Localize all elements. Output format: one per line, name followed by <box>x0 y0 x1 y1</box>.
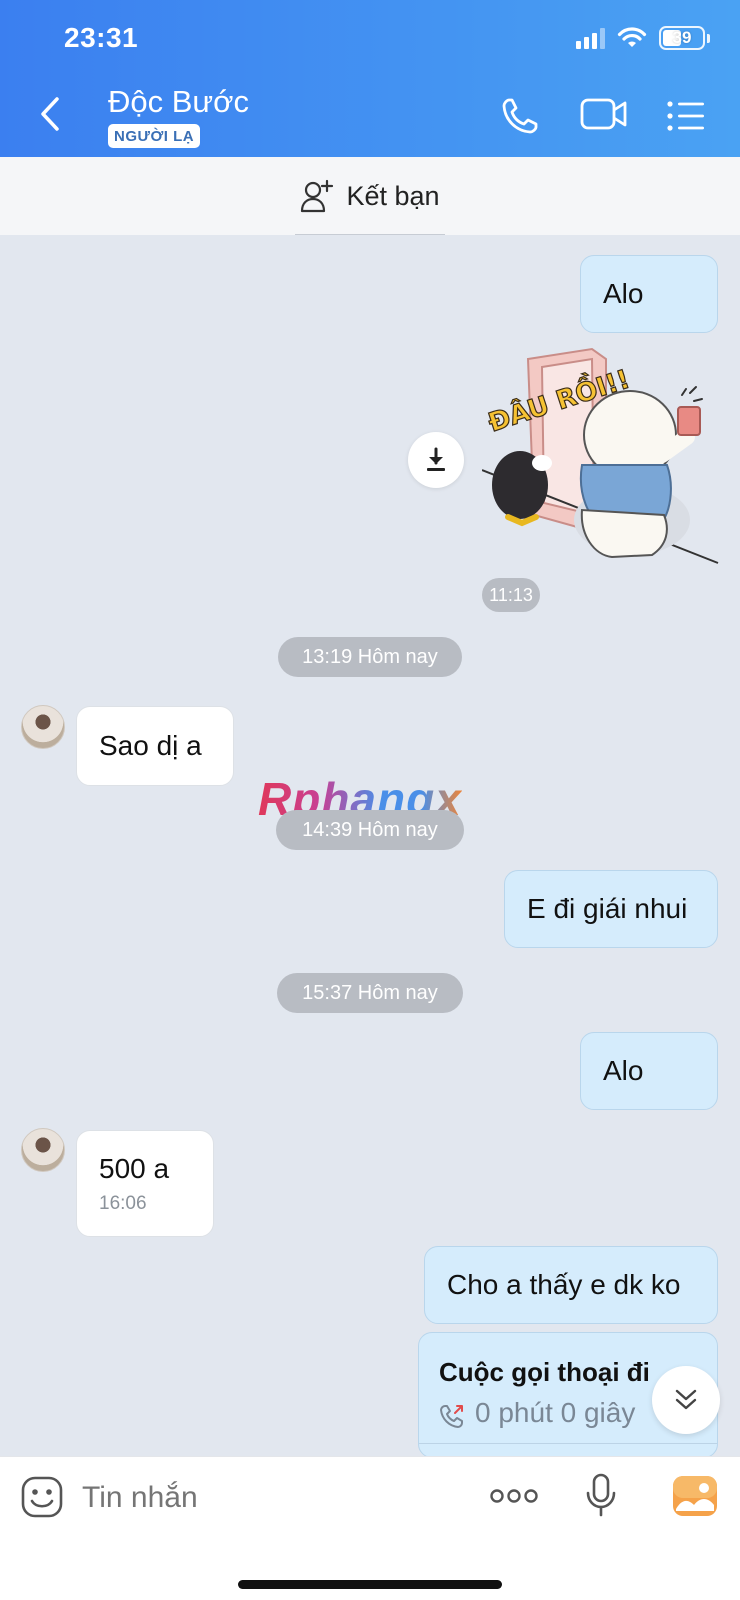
add-person-icon <box>301 179 334 213</box>
double-chevron-down-icon <box>675 1389 697 1410</box>
status-time: 23:31 <box>64 22 139 53</box>
battery-icon: 39 <box>659 26 705 50</box>
more-options-button[interactable] <box>490 1487 538 1505</box>
menu-list-icon <box>667 101 704 131</box>
contact-avatar[interactable] <box>21 705 65 749</box>
chat-options-button[interactable] <box>666 100 706 132</box>
back-button[interactable] <box>30 92 70 136</box>
photo-picker-button[interactable] <box>672 1475 718 1517</box>
voice-message-button[interactable] <box>584 1473 618 1519</box>
video-call-button[interactable] <box>580 96 628 132</box>
divider <box>419 1443 717 1444</box>
scroll-to-bottom-button[interactable] <box>652 1366 720 1434</box>
message-text: Alo <box>603 1055 644 1086</box>
date-separator: 14:39 Hôm nay <box>276 810 464 850</box>
message-input-bar <box>0 1456 740 1600</box>
message-text: Sao dị a <box>99 730 202 761</box>
download-sticker-button[interactable] <box>408 432 464 488</box>
battery-level: 39 <box>672 28 692 47</box>
divider <box>295 234 445 235</box>
message-timestamp: 16:06 <box>99 1192 147 1214</box>
message-input[interactable] <box>82 1471 462 1525</box>
microphone-icon <box>586 1473 616 1517</box>
sticker-face-icon <box>21 1476 63 1518</box>
outgoing-call-icon <box>440 1405 463 1428</box>
message-bubble-outgoing[interactable]: Alo <box>580 1032 718 1110</box>
message-text: 500 a <box>99 1152 170 1184</box>
message-timestamp: 11:13 <box>482 578 540 612</box>
date-separator: 13:19 Hôm nay <box>278 637 462 677</box>
message-text: Cho a thấy e dk ko <box>447 1269 681 1300</box>
message-bubble-outgoing[interactable]: Cho a thấy e dk ko <box>424 1246 718 1324</box>
video-camera-icon <box>580 98 627 130</box>
sticker-image[interactable]: ĐÂU RỒI!! <box>482 345 722 575</box>
home-indicator <box>238 1580 502 1589</box>
chat-header: 23:31 39 Độc Bước NGƯỜI LẠ <box>0 0 740 157</box>
wifi-icon <box>617 27 647 47</box>
signal-icon <box>576 27 605 49</box>
stranger-badge: NGƯỜI LẠ <box>108 124 201 148</box>
message-text: Alo <box>603 278 644 309</box>
call-duration: 0 phút 0 giây <box>475 1397 636 1428</box>
chevron-left-icon <box>41 97 59 131</box>
add-friend-button[interactable]: Kết bạn <box>0 157 740 235</box>
message-bubble-outgoing[interactable]: E đi giái nhui <box>504 870 718 948</box>
date-separator: 15:37 Hôm nay <box>277 973 463 1013</box>
emoji-button[interactable] <box>20 1475 64 1519</box>
more-dots-icon <box>490 1489 538 1503</box>
image-icon <box>673 1476 717 1516</box>
download-icon <box>427 447 445 471</box>
message-text: E đi giái nhui <box>527 893 688 924</box>
message-bubble-incoming[interactable]: 500 a 16:06 <box>76 1130 214 1237</box>
phone-icon <box>502 98 538 134</box>
add-friend-label: Kết bạn <box>346 180 440 211</box>
contact-name[interactable]: Độc Bước <box>108 84 249 120</box>
voice-call-button[interactable] <box>500 96 540 136</box>
status-icons: 39 <box>576 26 710 50</box>
call-title: Cuộc gọi thoại đi <box>439 1357 650 1387</box>
message-bubble-outgoing[interactable]: Alo <box>580 255 718 333</box>
message-bubble-incoming[interactable]: Sao dị a <box>76 706 234 786</box>
contact-avatar[interactable] <box>21 1128 65 1172</box>
